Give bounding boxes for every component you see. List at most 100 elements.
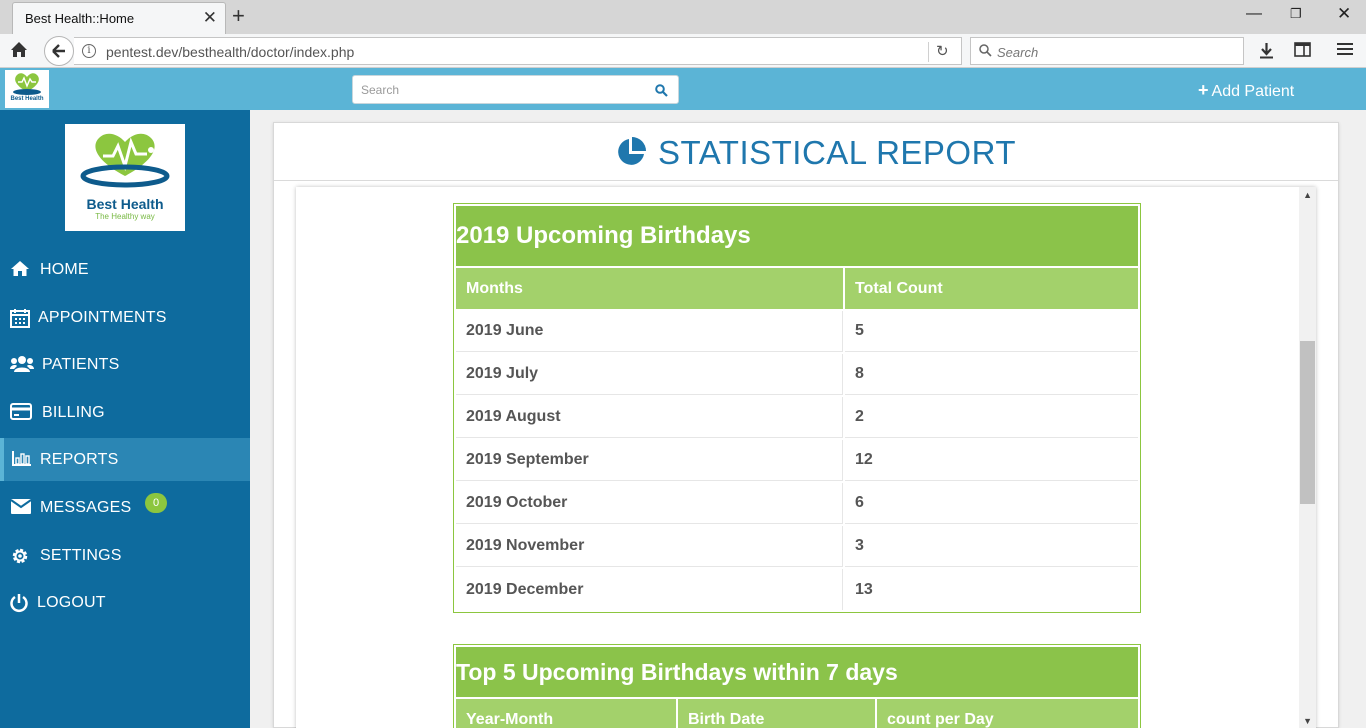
pie-chart-icon <box>615 136 647 173</box>
gear-icon <box>10 546 30 571</box>
count-cell: 6 <box>845 483 1138 524</box>
browser-home-icon[interactable] <box>10 41 28 63</box>
back-arrow-icon <box>52 44 65 58</box>
top5-birthdays-table: Top 5 Upcoming Birthdays within 7 days Y… <box>453 644 1141 728</box>
sidebar-toggle-icon[interactable] <box>1294 42 1311 62</box>
power-icon <box>10 593 28 618</box>
sidebar-item-logout[interactable]: LOGOUT <box>0 581 250 624</box>
count-cell: 12 <box>845 440 1138 481</box>
table-caption: Top 5 Upcoming Birthdays within 7 days <box>456 647 1138 697</box>
window-close-icon[interactable]: ✕ <box>1337 3 1351 25</box>
browser-search-placeholder: Search <box>997 45 1039 60</box>
column-header: Birth Date <box>678 699 875 728</box>
scrollbar[interactable]: ▲ ▼ <box>1299 187 1316 728</box>
sidebar-item-label: APPOINTMENTS <box>38 308 167 326</box>
count-cell: 3 <box>845 526 1138 567</box>
column-header: Months <box>456 268 843 309</box>
column-header: Year-Month <box>456 699 676 728</box>
messages-count-badge: 0 <box>145 492 167 513</box>
add-patient-button[interactable]: + Add Patient <box>1198 80 1294 101</box>
table-row: 2019 October 6 <box>456 483 1138 524</box>
sidebar-item-messages[interactable]: MESSAGES 0 <box>0 486 250 529</box>
header-logo[interactable]: Best Health <box>5 70 49 108</box>
scroll-up-icon[interactable]: ▲ <box>1303 190 1312 200</box>
table-row: 2019 September 12 <box>456 440 1138 481</box>
sidebar-item-patients[interactable]: PATIENTS <box>0 343 250 386</box>
bar-chart-icon <box>12 450 32 471</box>
table-caption: 2019 Upcoming Birthdays <box>456 206 1138 266</box>
home-icon <box>10 260 30 282</box>
header-logo-text: Best Health <box>10 96 44 102</box>
sidebar-item-label: LOGOUT <box>37 594 106 612</box>
hamburger-menu-icon[interactable] <box>1337 42 1353 61</box>
month-cell: 2019 June <box>456 311 843 352</box>
back-button[interactable] <box>44 36 74 66</box>
url-bar[interactable]: i pentest.dev/besthealth/doctor/index.ph… <box>74 37 962 65</box>
report-header: STATISTICAL REPORT <box>274 123 1338 181</box>
sidebar-item-reports[interactable]: REPORTS <box>0 438 250 482</box>
sidebar-item-billing[interactable]: BILLING <box>0 391 250 434</box>
browser-search-field[interactable]: Search <box>970 37 1244 65</box>
month-cell: 2019 September <box>456 440 843 481</box>
search-input[interactable] <box>361 81 641 99</box>
plus-icon: + <box>1198 80 1209 100</box>
sidebar-item-label: PATIENTS <box>42 356 120 374</box>
brand-logo[interactable]: Best Health The Healthy way <box>65 124 185 231</box>
sidebar-item-label: REPORTS <box>40 451 119 469</box>
sidebar-item-appointments[interactable]: APPOINTMENTS <box>0 296 250 339</box>
add-patient-label: Add Patient <box>1211 83 1295 100</box>
count-cell: 2 <box>845 397 1138 438</box>
count-cell: 8 <box>845 354 1138 395</box>
url-text[interactable]: pentest.dev/besthealth/doctor/index.php <box>106 44 354 60</box>
count-cell: 13 <box>855 580 873 598</box>
sidebar-item-label: MESSAGES <box>40 498 132 516</box>
browser-tab[interactable]: Best Health::Home ✕ <box>12 2 226 34</box>
column-header: Total Count <box>845 268 1138 309</box>
sidebar-item-home[interactable]: HOME <box>0 248 250 291</box>
app-search-box[interactable] <box>352 75 679 104</box>
sidebar-item-label: BILLING <box>42 403 105 421</box>
page-title: STATISTICAL REPORT <box>658 134 1016 171</box>
heart-logo-icon <box>80 133 170 188</box>
browser-tab-strip: Best Health::Home ✕ + — ❐ ✕ <box>0 0 1366 34</box>
table-row: 2019 June 5 <box>456 311 1138 352</box>
download-icon[interactable] <box>1259 42 1274 64</box>
month-cell: 2019 November <box>456 526 843 567</box>
heart-logo-icon <box>13 73 41 95</box>
minimize-icon[interactable]: — <box>1246 3 1262 25</box>
table-row: 2019 November 3 <box>456 526 1138 567</box>
close-tab-icon[interactable]: ✕ <box>203 8 217 28</box>
birthdays-table: 2019 Upcoming Birthdays Months Total Cou… <box>453 203 1141 613</box>
search-icon[interactable] <box>655 84 668 102</box>
table-row: 2019 December 13 <box>456 569 1138 610</box>
main-content: STATISTICAL REPORT 2019 Upcoming Birthda… <box>250 110 1366 728</box>
divider <box>928 42 929 62</box>
sidebar-item-settings[interactable]: SETTINGS <box>0 534 250 577</box>
count-cell: 5 <box>845 311 1138 352</box>
credit-card-icon <box>10 402 32 425</box>
tab-title: Best Health::Home <box>25 11 135 26</box>
reload-icon[interactable]: ↻ <box>936 42 949 60</box>
sidebar-item-label: SETTINGS <box>40 546 122 564</box>
scroll-down-icon[interactable]: ▼ <box>1303 716 1312 726</box>
sidebar-menu: HOME APPOINTMENTS PATIENTS BILLING REPOR… <box>0 248 250 629</box>
app-header: Best Health +Add Patient <box>0 68 1366 110</box>
month-cell: 2019 July <box>456 354 843 395</box>
brand-tagline: The Healthy way <box>95 212 155 221</box>
month-cell: 2019 December <box>456 569 843 610</box>
column-header: count per Day <box>877 699 1138 728</box>
calendar-icon <box>10 308 30 333</box>
report-scroll-area[interactable]: 2019 Upcoming Birthdays Months Total Cou… <box>296 187 1316 728</box>
report-panel: STATISTICAL REPORT 2019 Upcoming Birthda… <box>273 122 1339 728</box>
table-row: 2019 August 2 <box>456 397 1138 438</box>
envelope-icon <box>10 498 32 520</box>
sidebar-item-label: HOME <box>40 261 89 278</box>
brand-name: Best Health <box>86 196 164 212</box>
table-row: 2019 July 8 <box>456 354 1138 395</box>
new-tab-icon[interactable]: + <box>232 3 245 29</box>
sidebar: Best Health The Healthy way HOME APPOINT… <box>0 110 250 728</box>
search-icon <box>979 44 992 62</box>
scrollbar-thumb[interactable] <box>1300 341 1315 504</box>
restore-icon[interactable]: ❐ <box>1290 3 1302 25</box>
info-icon[interactable]: i <box>82 44 96 58</box>
